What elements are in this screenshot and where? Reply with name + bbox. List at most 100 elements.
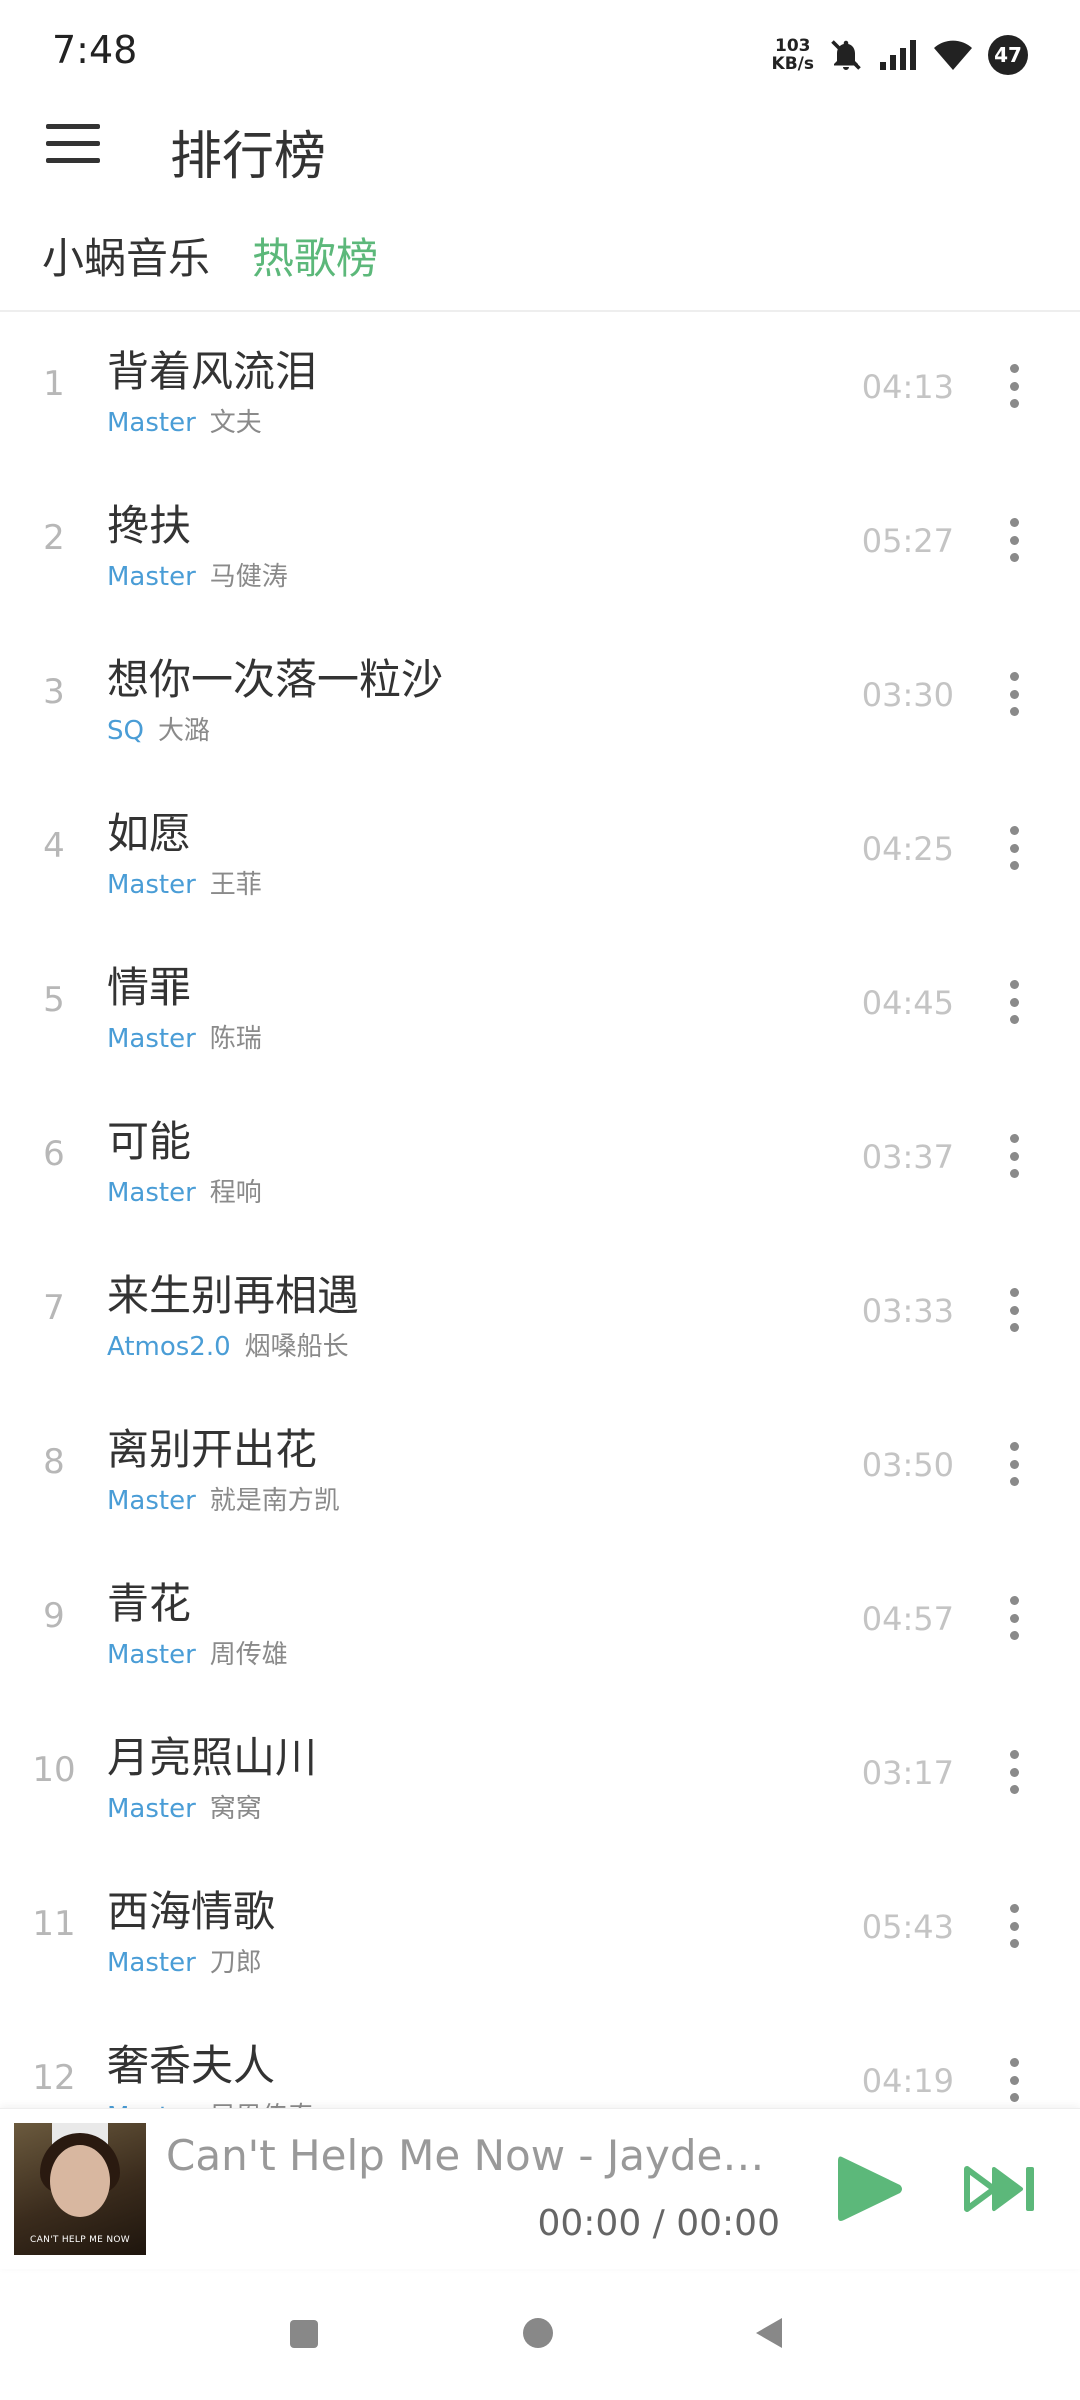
song-title: 月亮照山川 [107,1733,318,1782]
song-duration: 04:19 [861,2062,954,2100]
song-duration: 05:27 [861,522,954,560]
song-title: 搀扶 [107,501,192,550]
song-rank: 4 [43,826,65,866]
song-title: 青花 [107,1579,192,1628]
network-speed-value: 103 [775,36,811,56]
more-options-icon[interactable] [998,1280,1030,1340]
quality-badge: Master [107,1640,196,1670]
album-cover-text: CAN'T HELP ME NOW [30,2235,130,2245]
song-title: 离别开出花 [107,1425,318,1474]
more-options-icon[interactable] [998,972,1030,1032]
song-row[interactable]: 9 青花 Master 周传雄 04:57 [0,1542,1080,1696]
more-options-icon[interactable] [998,664,1030,724]
more-options-icon[interactable] [998,1126,1030,1186]
more-options-icon[interactable] [998,2050,1030,2110]
quality-badge: Master [107,1486,196,1516]
song-rank: 10 [32,1750,76,1790]
page-title: 排行榜 [170,127,327,187]
song-row[interactable]: 10 月亮照山川 Master 窝窝 03:17 [0,1696,1080,1850]
song-artist: 陈瑞 [209,1024,262,1054]
recents-icon[interactable] [290,2320,318,2348]
song-rank: 6 [43,1134,65,1174]
app-bar: 排行榜 [0,100,1080,200]
song-meta: Master 王菲 [107,864,262,901]
song-meta: Master 程响 [107,1172,262,1209]
song-row[interactable]: 4 如愿 Master 王菲 04:25 [0,772,1080,926]
song-title: 可能 [107,1117,192,1166]
song-artist: 王菲 [209,870,262,900]
more-options-icon[interactable] [998,356,1030,416]
song-meta: Master 就是南方凯 [107,1480,340,1517]
menu-icon[interactable] [46,122,100,166]
status-bar: 7:48 103 KB/s 47 [0,0,1080,100]
song-meta: Master 窝窝 [107,1788,262,1825]
song-rank: 1 [43,364,65,404]
quality-badge: Master [107,562,196,592]
back-icon[interactable] [756,2318,782,2348]
song-artist: 烟嗓船长 [244,1332,349,1362]
song-title: 情罪 [107,963,192,1012]
song-list: 1 背着风流泪 Master 文夫 04:13 2 搀扶 Master 马健涛 05… [0,310,1080,2110]
song-row[interactable]: 1 背着风流泪 Master 文夫 04:13 [0,310,1080,464]
song-duration: 05:43 [861,1908,954,1946]
song-row[interactable]: 7 来生别再相遇 Atmos2.0 烟嗓船长 03:33 [0,1234,1080,1388]
song-duration: 03:33 [861,1292,954,1330]
song-rank: 3 [43,672,65,712]
quality-badge: Atmos2.0 [107,1332,231,1362]
tab-bar: 小蜗音乐 热歌榜 [0,215,1080,312]
song-title: 如愿 [107,809,192,858]
song-meta: Master 周传雄 [107,1634,288,1671]
network-speed: 103 KB/s [772,37,814,73]
quality-badge: Master [107,1178,196,1208]
mini-player[interactable]: CAN'T HELP ME NOW Can't Help Me Now - Ja… [0,2108,1080,2269]
tab-xiaowo-music[interactable]: 小蜗音乐 [42,225,210,286]
song-title: 奢香夫人 [107,2041,276,2090]
tab-hot-songs[interactable]: 热歌榜 [252,225,378,286]
song-title: 背着风流泪 [107,347,318,396]
network-speed-unit: KB/s [771,54,814,74]
song-row[interactable]: 2 搀扶 Master 马健涛 05:27 [0,464,1080,618]
song-duration: 03:30 [861,676,954,714]
song-rank: 12 [32,2058,76,2098]
play-icon[interactable] [836,2153,904,2225]
skip-next-icon[interactable] [964,2163,1038,2215]
song-row[interactable]: 12 奢香夫人 Master凤凰传奇 04:19 [0,2004,1080,2110]
song-artist: 大潞 [157,716,210,746]
song-title: 来生别再相遇 [107,1271,360,1320]
album-cover[interactable]: CAN'T HELP ME NOW [14,2123,146,2255]
quality-badge: Master [107,1024,196,1054]
song-rank: 9 [43,1596,65,1636]
song-duration: 04:45 [861,984,954,1022]
song-meta: Atmos2.0 烟嗓船长 [107,1326,349,1363]
song-row[interactable]: 6 可能 Master 程响 03:37 [0,1080,1080,1234]
song-rank: 11 [32,1904,76,1944]
song-row[interactable]: 5 情罪 Master 陈瑞 04:45 [0,926,1080,1080]
song-meta: Master 陈瑞 [107,1018,262,1055]
song-artist: 文夫 [209,408,262,438]
song-row[interactable]: 8 离别开出花 Master 就是南方凯 03:50 [0,1388,1080,1542]
song-meta: SQ 大潞 [107,710,210,747]
more-options-icon[interactable] [998,1434,1030,1494]
song-rank: 2 [43,518,65,558]
more-options-icon[interactable] [998,818,1030,878]
song-title: 西海情歌 [107,1887,276,1936]
now-playing-title: Can't Help Me Now - Jayden... [166,2131,786,2180]
quality-badge: SQ [107,716,144,746]
more-options-icon[interactable] [998,1588,1030,1648]
more-options-icon[interactable] [998,510,1030,570]
song-duration: 03:50 [861,1446,954,1484]
song-artist: 刀郎 [209,1948,262,1978]
home-icon[interactable] [523,2318,553,2348]
more-options-icon[interactable] [998,1742,1030,1802]
playback-time: 00:00 / 00:00 [537,2203,780,2244]
song-duration: 03:17 [861,1754,954,1792]
song-row[interactable]: 11 西海情歌 Master 刀郎 05:43 [0,1850,1080,2004]
song-rank: 8 [43,1442,65,1482]
song-row[interactable]: 3 想你一次落一粒沙 SQ 大潞 03:30 [0,618,1080,772]
song-artist: 程响 [209,1178,262,1208]
more-options-icon[interactable] [998,1896,1030,1956]
quality-badge: Master [107,870,196,900]
song-duration: 04:13 [861,368,954,406]
song-meta: Master 马健涛 [107,556,288,593]
song-meta: Master 文夫 [107,402,262,439]
